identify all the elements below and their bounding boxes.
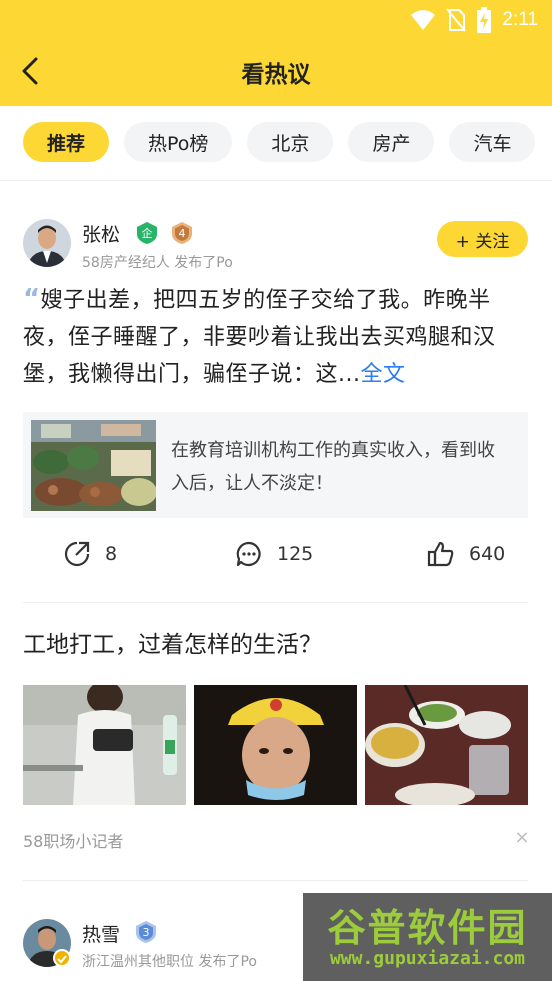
topic-title[interactable]: 工地打工，过着怎样的生活？ — [23, 625, 322, 659]
battery-charging-icon — [477, 7, 492, 33]
topic-photo-3[interactable] — [365, 685, 528, 805]
like-button[interactable]: 640 — [427, 540, 505, 568]
level-badge-icon-2: 3 — [134, 920, 158, 944]
tab-recommend[interactable]: 推荐 — [23, 122, 110, 162]
post-divider — [23, 602, 528, 603]
like-count: 640 — [469, 543, 506, 565]
enterprise-badge-icon: 企 — [135, 221, 159, 245]
tab-hot-po[interactable]: 热Po榜 — [124, 122, 233, 162]
read-more-link[interactable]: 全文 — [360, 362, 405, 387]
author-name[interactable]: 张松 — [82, 220, 120, 247]
verified-badge-icon — [53, 949, 71, 967]
status-bar: 2:11 — [0, 0, 552, 40]
dismiss-close-icon[interactable]: × — [512, 828, 532, 848]
author-avatar[interactable] — [23, 219, 71, 267]
comment-count: 125 — [277, 543, 314, 565]
author-meta: 58房产经纪人 发布了Po — [82, 255, 233, 271]
tab-beijing[interactable]: 北京 — [247, 122, 334, 162]
top-bar: 2:11 看热议 — [0, 0, 552, 106]
author-name-2[interactable]: 热雪 — [82, 920, 120, 947]
watermark-url: www.gupuxiazai.com — [329, 948, 526, 969]
comment-icon — [236, 541, 261, 567]
avatar-photo — [23, 219, 71, 267]
share-count: 8 — [105, 543, 118, 565]
tabs-divider — [0, 180, 552, 181]
svg-text:4: 4 — [179, 227, 186, 240]
post-divider-2 — [23, 880, 528, 881]
watermark-logo: 谷普软件园 www.gupuxiazai.com — [303, 893, 552, 981]
follow-button[interactable]: + 关注 — [437, 221, 528, 257]
post-text: 嫂子出差，把四五岁的侄子交给了我。昨晚半夜，侄子睡醒了，非要吵着让我出去买鸡腿和… — [23, 288, 496, 387]
tab-cars[interactable]: 汽车 — [449, 122, 536, 162]
category-tabs: 推荐 热Po榜 北京 房产 汽车 — [23, 122, 536, 162]
article-link-card[interactable]: 在教育培训机构工作的真实收入，看到收入后，让人不淡定！ — [23, 412, 528, 518]
level-badge-icon: 4 — [170, 221, 194, 245]
source-label: 58职场小记者 — [23, 832, 124, 851]
quote-mark: “ — [23, 284, 41, 314]
topic-photo-1[interactable] — [23, 685, 186, 805]
share-icon — [64, 541, 90, 567]
post-actions: 8 125 640 — [0, 540, 552, 576]
comment-button[interactable]: 125 — [235, 540, 313, 568]
thumbs-up-icon — [427, 541, 454, 567]
wifi-icon — [411, 10, 436, 30]
article-thumbnail — [31, 420, 156, 511]
topic-photo-2[interactable] — [194, 685, 357, 805]
status-time: 2:11 — [502, 9, 538, 30]
watermark-title: 谷普软件园 — [327, 906, 528, 950]
no-sim-icon — [446, 8, 467, 32]
article-link-title: 在教育培训机构工作的真实收入，看到收入后，让人不淡定！ — [171, 440, 495, 494]
page-title: 看热议 — [241, 62, 311, 88]
share-button[interactable]: 8 — [63, 540, 117, 568]
svg-text:企: 企 — [142, 226, 153, 240]
post-body[interactable]: “嫂子出差，把四五岁的侄子交给了我。昨晚半夜，侄子睡醒了，非要吵着让我出去买鸡腿… — [23, 281, 528, 393]
status-icons: 2:11 — [410, 7, 538, 33]
tab-real-estate[interactable]: 房产 — [348, 122, 435, 162]
author-meta-2: 浙江温州其他职位 发布了Po — [82, 954, 257, 970]
svg-text:3: 3 — [143, 926, 150, 939]
